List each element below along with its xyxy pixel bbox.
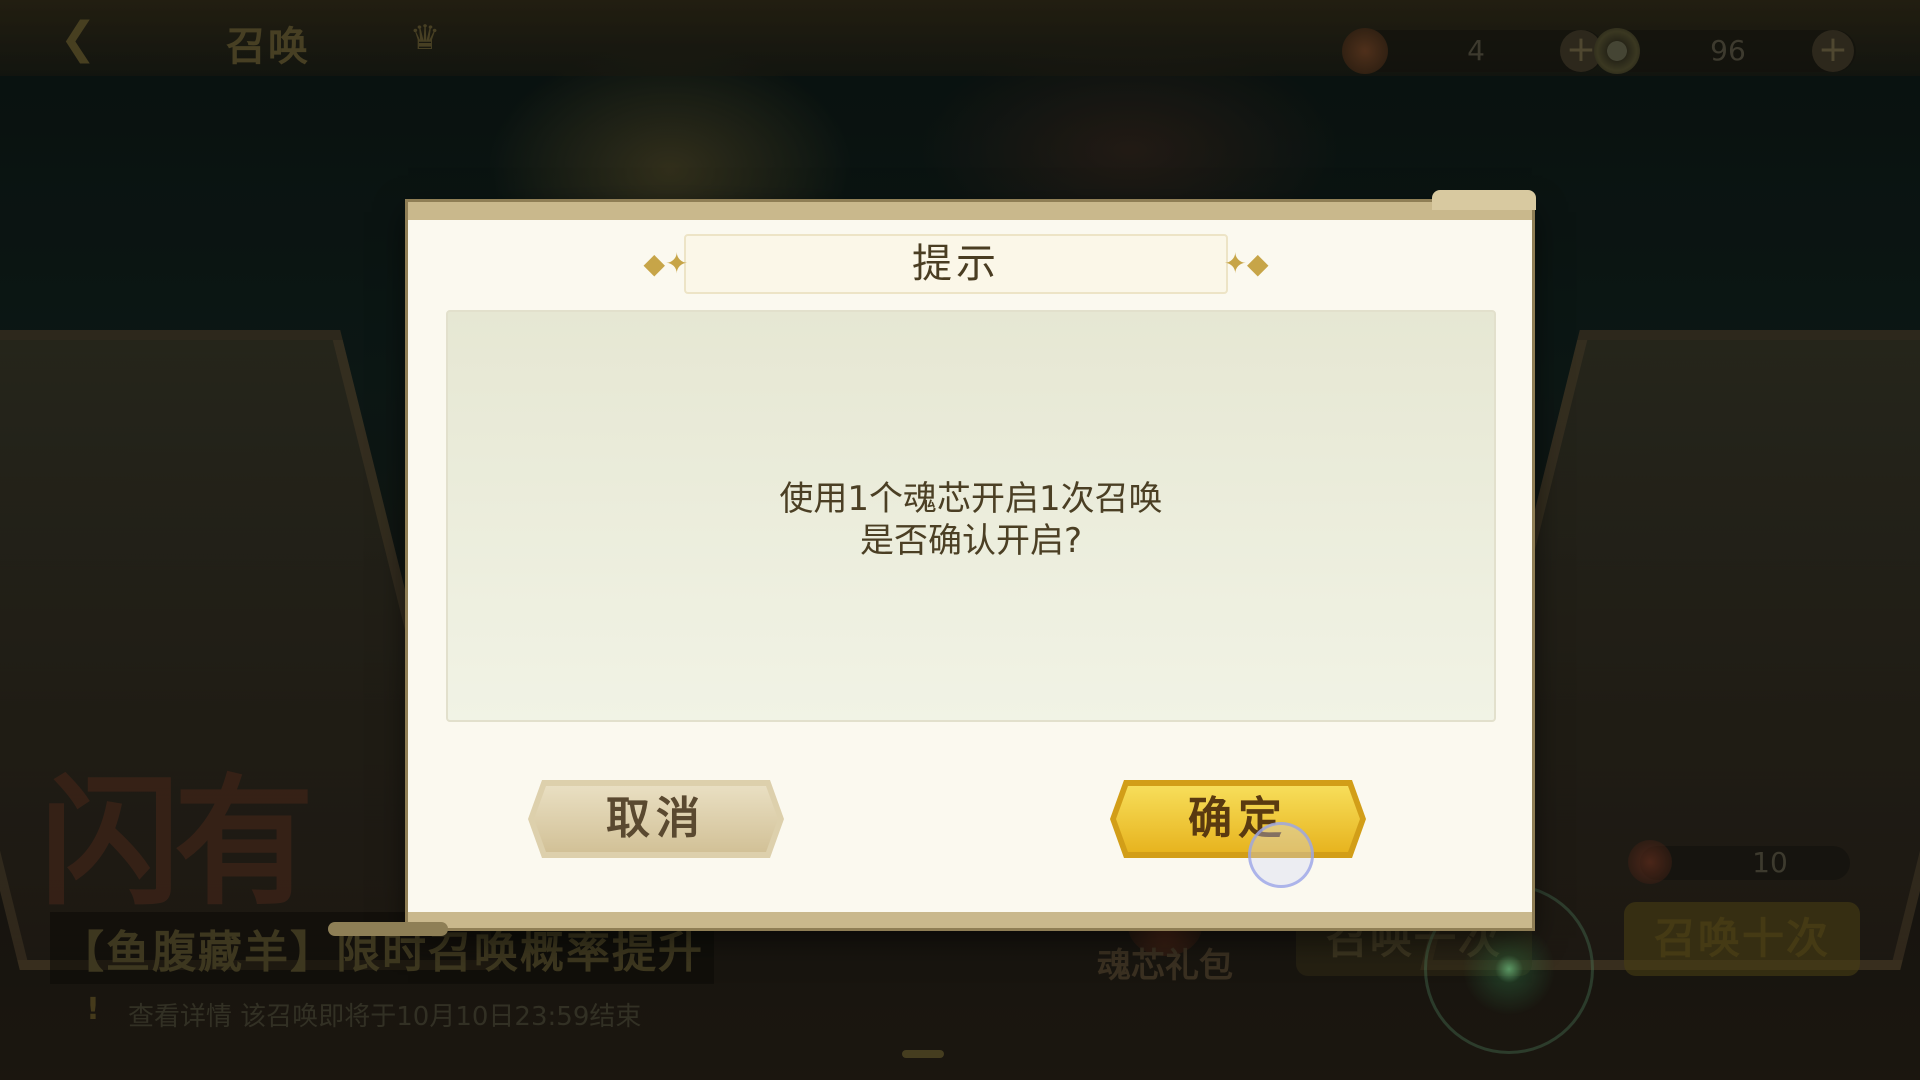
ornament-right-icon: ✦◆: [1223, 247, 1269, 280]
dialog-title: 提示: [912, 241, 1000, 287]
confirm-button[interactable]: 确定: [1110, 780, 1366, 858]
message-line-1: 使用1个魂芯开启1次召唤: [779, 479, 1163, 519]
touch-indicator: [1248, 822, 1314, 888]
cancel-button[interactable]: 取消: [528, 780, 784, 858]
dialog-content: 使用1个魂芯开启1次召唤 是否确认开启?: [446, 310, 1496, 722]
confirm-dialog: ◆✦ 提示 ✦◆ 使用1个魂芯开启1次召唤 是否确认开启? 取消 确定: [328, 190, 1536, 936]
message-line-2: 是否确认开启?: [859, 521, 1083, 561]
dialog-message: 使用1个魂芯开启1次召唤 是否确认开启?: [448, 478, 1494, 562]
dialog-corner-tab: [1432, 190, 1536, 210]
dialog-scroll-rod: [328, 922, 448, 936]
cancel-button-label: 取消: [606, 793, 706, 844]
dialog-title-plate: ◆✦ 提示 ✦◆: [644, 234, 1269, 294]
